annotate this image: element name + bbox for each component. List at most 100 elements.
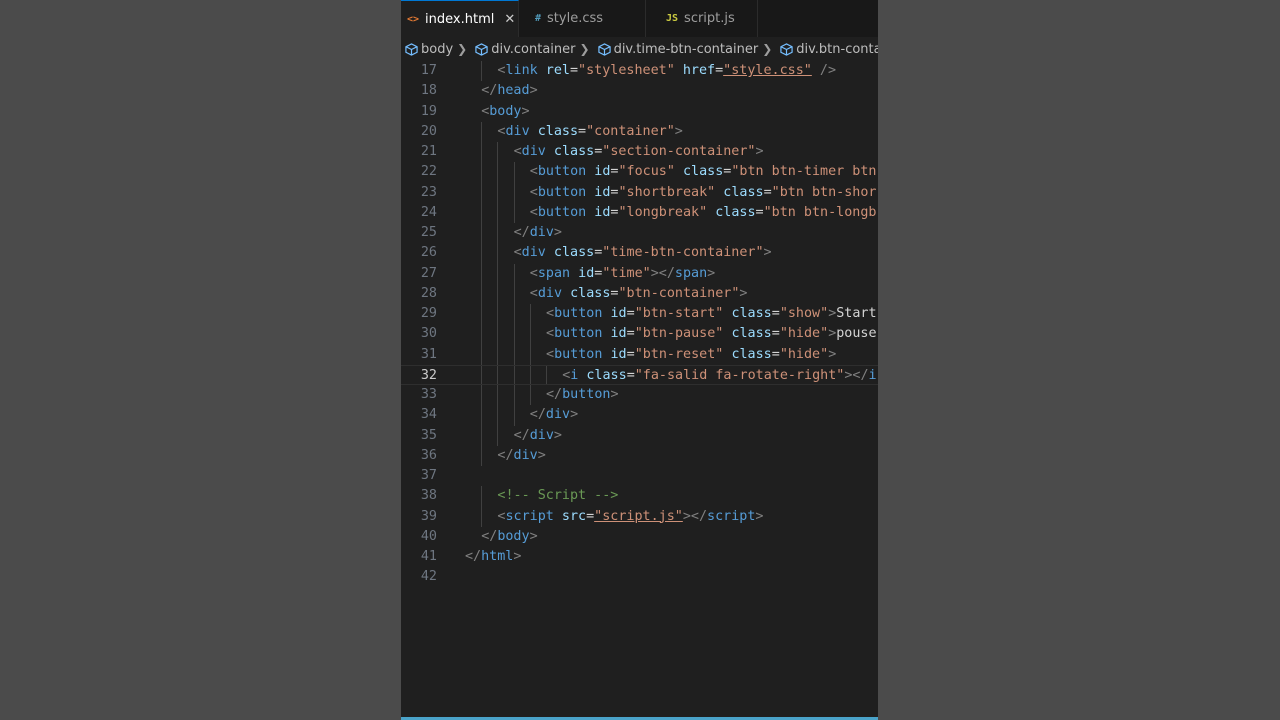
line-number: 20 xyxy=(420,123,437,139)
code-token: = xyxy=(578,123,587,139)
code-area[interactable]: 17 <link rel="stylesheet" href="style.css… xyxy=(401,61,878,588)
code-token: class xyxy=(723,184,764,200)
code-line[interactable]: 33 </button> xyxy=(401,385,878,406)
code-token: > xyxy=(755,508,764,524)
code-line[interactable]: 17 <link rel="stylesheet" href="style.css… xyxy=(401,61,878,82)
code-token: class xyxy=(553,144,595,159)
code-line[interactable]: 27 <span id="time"></span> xyxy=(401,263,878,284)
tab-script-js[interactable]: JS script.js xyxy=(646,0,758,37)
code-editor: <> index.html ✕ # style.css JS script.js… xyxy=(401,0,878,720)
code-token: class xyxy=(731,326,772,342)
code-line[interactable]: 42 xyxy=(401,567,878,587)
code-token: </ xyxy=(481,528,498,544)
line-number: 39 xyxy=(420,508,437,524)
code-token: "btn btn-longb xyxy=(763,204,877,220)
code-token: < xyxy=(546,326,555,342)
code-token: = xyxy=(771,346,780,362)
code-line[interactable]: 34 </div> xyxy=(401,405,878,426)
code-line[interactable]: 31 <button id="btn-reset" class="hide"> xyxy=(401,344,878,365)
indent-guide xyxy=(513,385,515,406)
code-line[interactable]: 22 <button id="focus" class="btn btn-time… xyxy=(401,162,878,183)
code-token: "focus" xyxy=(618,164,675,180)
code-token: rel xyxy=(545,63,570,78)
code-line[interactable]: 38 <!-- Script --> xyxy=(401,486,878,507)
code-text: </div> xyxy=(497,446,545,466)
code-token: span xyxy=(674,265,708,281)
chevron-right-icon: ❯ xyxy=(762,42,773,56)
indent-guide xyxy=(497,142,499,163)
code-token: pouse xyxy=(836,326,877,342)
element-cube-icon xyxy=(405,42,418,56)
breadcrumb-item-div-time-btn-container[interactable]: div.time-btn-container xyxy=(594,42,758,57)
indent-guide xyxy=(481,223,483,244)
code-token: > xyxy=(537,447,546,463)
code-line[interactable]: 40 </body> xyxy=(401,527,878,547)
code-token: "longbreak" xyxy=(618,204,708,220)
code-line[interactable]: 23 <button id="shortbreak" class="btn btn… xyxy=(401,182,878,203)
code-token: = xyxy=(569,63,579,78)
tab-bar: <> index.html ✕ # style.css JS script.js xyxy=(401,0,878,37)
code-line[interactable]: 41 </html> xyxy=(401,547,878,567)
code-token: id xyxy=(610,326,627,342)
tab-index-html[interactable]: <> index.html ✕ xyxy=(401,0,519,37)
code-token: < xyxy=(529,265,538,281)
line-number: 21 xyxy=(420,144,437,159)
code-token: body xyxy=(489,103,522,119)
code-token: > xyxy=(755,144,764,159)
code-token: = xyxy=(626,306,635,321)
code-line[interactable]: 24 <button id="longbreak" class="btn btn-… xyxy=(401,202,878,223)
indent-guide xyxy=(481,162,483,183)
code-token: "show" xyxy=(779,306,829,321)
code-line[interactable]: 37 xyxy=(401,466,878,486)
code-token: = xyxy=(626,367,635,383)
breadcrumb-item-body[interactable]: body xyxy=(401,42,453,57)
tab-style-css[interactable]: # style.css xyxy=(519,0,646,37)
indent-guide xyxy=(481,445,483,466)
code-token: "style.css" xyxy=(723,63,812,78)
code-line[interactable]: 28 <div class="btn-container"> xyxy=(401,283,878,304)
code-token: id xyxy=(594,184,611,200)
code-token: i xyxy=(868,367,877,383)
code-line[interactable]: 26 <div class="time-btn-container"> xyxy=(401,243,878,264)
code-token: > xyxy=(739,285,748,301)
close-icon[interactable]: ✕ xyxy=(504,12,515,27)
code-token: </ xyxy=(546,387,563,402)
code-line[interactable]: 30 <button id="btn-pause" class="hide">po… xyxy=(401,324,878,345)
code-token: < xyxy=(529,164,538,180)
indent-guide xyxy=(481,182,483,203)
code-line[interactable]: 20 <div class="container"> xyxy=(401,121,878,142)
breadcrumb-item-div-container[interactable]: div.container xyxy=(471,42,576,57)
code-token: = xyxy=(755,204,764,220)
code-text: <div class="btn-container"> xyxy=(530,284,748,304)
code-line[interactable]: 32 <i class="fa-salid fa-rotate-right"></… xyxy=(401,364,878,385)
code-line[interactable]: 19 <body> xyxy=(401,102,878,122)
element-cube-icon xyxy=(780,42,793,56)
code-line[interactable]: 21 <div class="section-container"> xyxy=(401,142,878,163)
code-line[interactable]: 36 </div> xyxy=(401,445,878,466)
code-token: ></ xyxy=(682,508,708,524)
code-token: > xyxy=(553,225,562,240)
line-number: 34 xyxy=(420,407,437,423)
chevron-right-icon: ❯ xyxy=(457,42,468,56)
code-token: > xyxy=(553,427,562,443)
code-text: <script src="script.js"></script> xyxy=(497,507,763,527)
code-token: < xyxy=(529,184,538,200)
code-line[interactable]: 18 </head> xyxy=(401,81,878,101)
code-line[interactable]: 35 </div> xyxy=(401,425,878,446)
code-text: </html> xyxy=(465,547,521,567)
indent-guide xyxy=(497,405,499,426)
code-token: > xyxy=(529,528,538,544)
code-token: id xyxy=(610,346,627,362)
line-number: 25 xyxy=(420,225,437,240)
code-line[interactable]: 25 </div> xyxy=(401,223,878,244)
indent-guide xyxy=(513,162,515,183)
breadcrumb-item-div-btn-container[interactable]: div.btn-container xyxy=(776,42,878,57)
code-line[interactable]: 39 <script src="script.js"></script> xyxy=(401,506,878,527)
indent-guide xyxy=(513,324,515,345)
indent-guide xyxy=(497,385,499,406)
code-token: button xyxy=(537,184,587,200)
code-line[interactable]: 29 <button id="btn-start" class="show">St… xyxy=(401,304,878,325)
